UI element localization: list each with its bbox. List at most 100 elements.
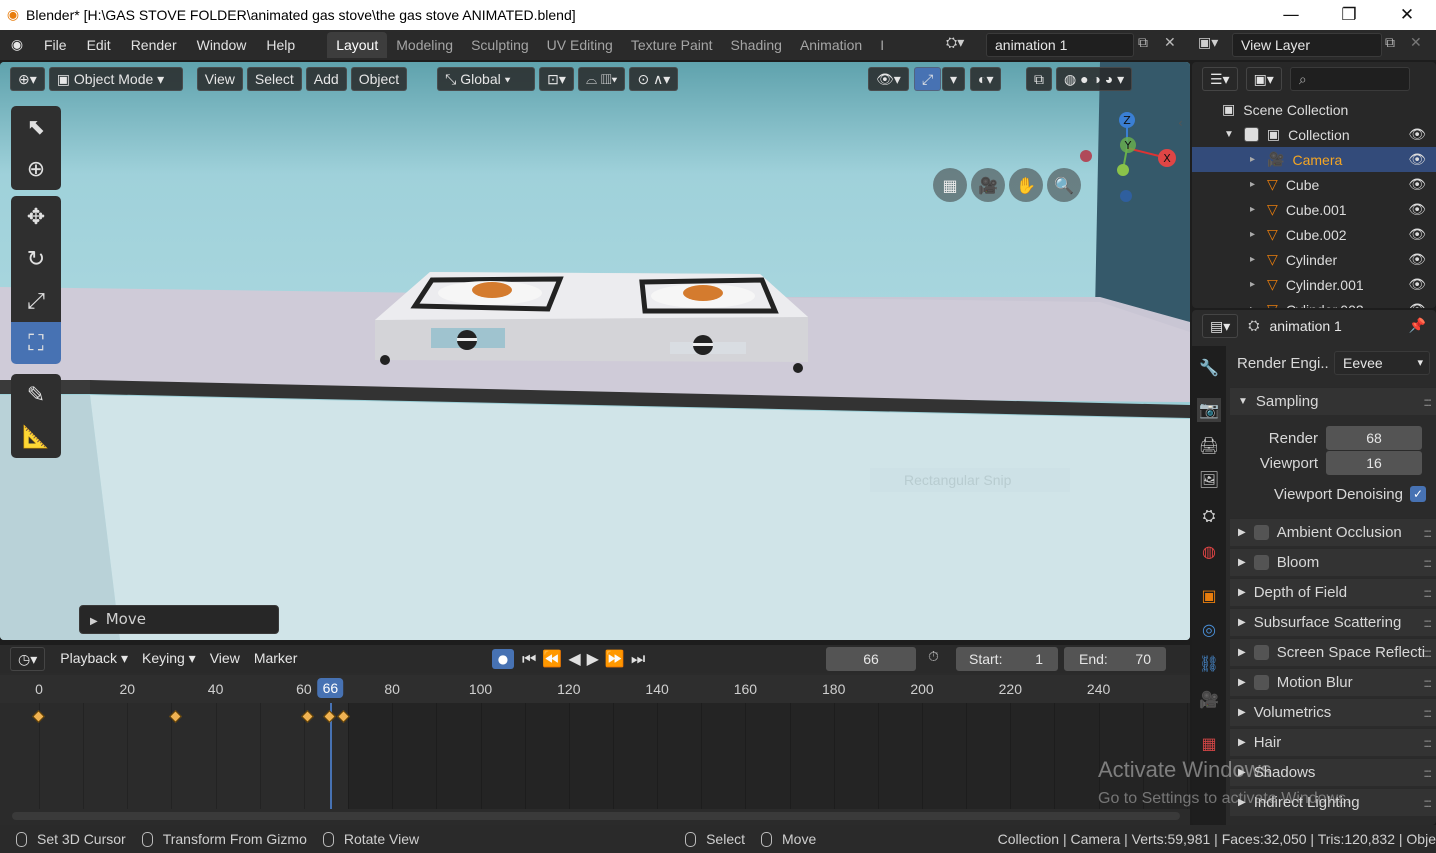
rotate-tool-icon[interactable]: ↻ [11, 238, 61, 280]
property-panel-header[interactable]: ▶ Hair::::: [1230, 728, 1436, 756]
delete-view-layer-icon[interactable]: ✕ [1410, 35, 1422, 51]
tab-texture-paint[interactable]: Texture Paint [622, 32, 722, 58]
axis-gizmo[interactable]: X Z Y [1075, 108, 1185, 218]
new-scene-icon[interactable]: ⧉ [1138, 35, 1148, 51]
tab-shading[interactable]: Shading [722, 32, 791, 58]
eye-icon[interactable]: 👁 [1408, 251, 1426, 268]
editor-type-icon[interactable]: ⊕▾ [10, 67, 45, 91]
expand-arrow-icon[interactable]: ▸ [1250, 204, 1255, 215]
scene-name-field[interactable]: animation 1 [986, 33, 1134, 57]
outliner-scene-collection[interactable]: ▣ Scene Collection [1192, 97, 1436, 122]
view-layer-tab-icon[interactable]: 🖼 [1197, 468, 1221, 492]
render-samples-field[interactable]: 68 [1326, 426, 1422, 450]
orientation-dropdown[interactable]: ⤡ Global ▾ [437, 67, 536, 91]
drag-grip-icon[interactable]: ::::: [1423, 526, 1432, 540]
property-panel-header[interactable]: ▶ Motion Blur::::: [1230, 668, 1436, 696]
tab-uv-editing[interactable]: UV Editing [538, 32, 622, 58]
outliner-item[interactable]: ▸ ▽ Cylinder.002 👁 [1192, 297, 1436, 308]
menu-add[interactable]: Add [305, 67, 347, 91]
timeline-keyframes-area[interactable] [0, 703, 1190, 823]
playback-controls[interactable]: ⏮⏪◀▶⏩⏭ [522, 649, 651, 669]
snap-icon[interactable]: ⌓ ▥▾ [577, 67, 626, 91]
menu-marker[interactable]: Marker [247, 647, 305, 671]
keyframe[interactable] [32, 710, 45, 723]
shading-modes-icon[interactable]: ◍ ● ◑ ◕ ▾ [1056, 67, 1133, 91]
panel-enable-checkbox[interactable] [1253, 555, 1269, 570]
texture-tab-icon[interactable]: ▦ [1197, 732, 1221, 756]
property-panel-header[interactable]: ▶ Bloom::::: [1230, 548, 1436, 576]
eye-icon[interactable]: 👁 [1408, 276, 1426, 293]
auto-keying-icon[interactable]: ● [492, 649, 514, 669]
proportional-edit-icon[interactable]: ⊙ ∧▾ [629, 67, 679, 91]
data-tab-icon[interactable]: 🎥 [1197, 688, 1221, 712]
viewport-denoising-checkbox[interactable]: ✓ [1410, 486, 1426, 502]
menu-keying[interactable]: Keying ▾ [135, 647, 203, 671]
drag-grip-icon[interactable]: ::::: [1423, 646, 1432, 660]
ortho-toggle-icon[interactable]: ▦ [933, 168, 967, 202]
menu-view[interactable]: View [196, 67, 243, 91]
display-mode-icon[interactable]: ▣▾ [1245, 67, 1282, 91]
outliner-item[interactable]: ▸ 🎥 Camera 👁 [1192, 147, 1436, 172]
outliner-search-input[interactable]: ⌕ [1289, 67, 1410, 91]
eye-icon[interactable]: 👁 [1408, 151, 1426, 168]
outliner-collection[interactable]: ▼ ▣ Collection 👁 [1192, 122, 1436, 147]
menu-select[interactable]: Select [246, 67, 302, 91]
object-mode-dropdown[interactable]: ▣ Object Mode ▾ [48, 67, 183, 91]
menu-edit[interactable]: Edit [77, 37, 121, 53]
object-tab-icon[interactable]: ▣ [1197, 584, 1221, 608]
drag-grip-icon[interactable]: ::::: [1423, 766, 1432, 780]
outliner-item[interactable]: ▸ ▽ Cylinder.001 👁 [1192, 272, 1436, 297]
tab-more[interactable]: I [871, 32, 893, 58]
blender-menu-icon[interactable]: ◉ [0, 37, 34, 53]
current-frame-field[interactable]: 66 [826, 647, 916, 671]
eye-icon[interactable]: 👁 [1408, 226, 1426, 243]
pin-icon[interactable]: 📌 [1409, 318, 1426, 334]
outliner-editor-type-icon[interactable]: ☰▾ [1202, 67, 1238, 91]
end-frame-field[interactable]: End: 70 [1064, 647, 1166, 671]
outliner-item[interactable]: ▸ ▽ Cylinder 👁 [1192, 247, 1436, 272]
move-tool-icon[interactable]: ✥ [11, 196, 61, 238]
scene-tab-icon[interactable]: ⛭ [1197, 504, 1221, 528]
view-layer-field[interactable]: View Layer [1232, 33, 1382, 57]
expand-arrow-icon[interactable]: ▸ [1250, 279, 1255, 290]
timeline-editor-type-icon[interactable]: ◷▾ [10, 647, 46, 671]
props-editor-type-icon[interactable]: ▤▾ [1202, 314, 1239, 338]
drag-grip-icon[interactable]: ::::: [1423, 616, 1432, 630]
world-tab-icon[interactable]: ◍ [1197, 540, 1221, 564]
eye-icon[interactable]: 👁 [1408, 126, 1426, 143]
render-engine-dropdown[interactable]: Eevee ▾ [1334, 351, 1430, 375]
minimize-button[interactable]: — [1262, 0, 1320, 30]
outliner-item[interactable]: ▸ ▽ Cube.001 👁 [1192, 197, 1436, 222]
visibility-icon[interactable]: 👁▾ [868, 67, 909, 91]
maximize-button[interactable]: ❐ [1320, 0, 1378, 30]
select-box-tool-icon[interactable]: ⬉ [11, 106, 61, 148]
collection-checkbox[interactable] [1243, 127, 1259, 142]
outliner-item[interactable]: ▸ ▽ Cube.002 👁 [1192, 222, 1436, 247]
tab-modeling[interactable]: Modeling [387, 32, 462, 58]
drag-grip-icon[interactable]: ::::: [1423, 796, 1432, 810]
scene-selector-icon[interactable]: ⛭▾ [946, 35, 964, 51]
keyframe[interactable] [323, 710, 337, 723]
cursor-tool-icon[interactable]: ⊕ [11, 148, 61, 190]
gizmo-menu-icon[interactable]: ▾ [942, 67, 966, 91]
menu-help[interactable]: Help [256, 37, 305, 53]
panel-enable-checkbox[interactable] [1253, 675, 1269, 690]
new-view-layer-icon[interactable]: ⧉ [1385, 35, 1395, 51]
menu-render[interactable]: Render [121, 37, 187, 53]
transform-tool-icon[interactable]: ⛶ [11, 322, 61, 364]
outliner-item[interactable]: ▸ ▽ Cube 👁 [1192, 172, 1436, 197]
drag-grip-icon[interactable]: ::::: [1423, 706, 1432, 720]
tab-sculpting[interactable]: Sculpting [462, 32, 538, 58]
sampling-panel-header[interactable]: ▼ Sampling::::: [1230, 387, 1436, 415]
viewport-samples-field[interactable]: 16 [1326, 451, 1422, 475]
property-panel-header[interactable]: ▶ Subsurface Scattering::::: [1230, 608, 1436, 636]
eye-icon[interactable]: 👁 [1408, 176, 1426, 193]
menu-object[interactable]: Object [350, 67, 408, 91]
eye-icon[interactable]: 👁 [1408, 201, 1426, 218]
menu-timeline-view[interactable]: View [203, 647, 247, 671]
property-panel-header[interactable]: ▶ Ambient Occlusion::::: [1230, 518, 1436, 546]
delete-scene-icon[interactable]: ✕ [1164, 35, 1176, 51]
physics-tab-icon[interactable]: ◎ [1197, 618, 1221, 642]
expand-arrow-icon[interactable]: ▸ [1250, 154, 1255, 165]
camera-view-icon[interactable]: 🎥 [971, 168, 1005, 202]
